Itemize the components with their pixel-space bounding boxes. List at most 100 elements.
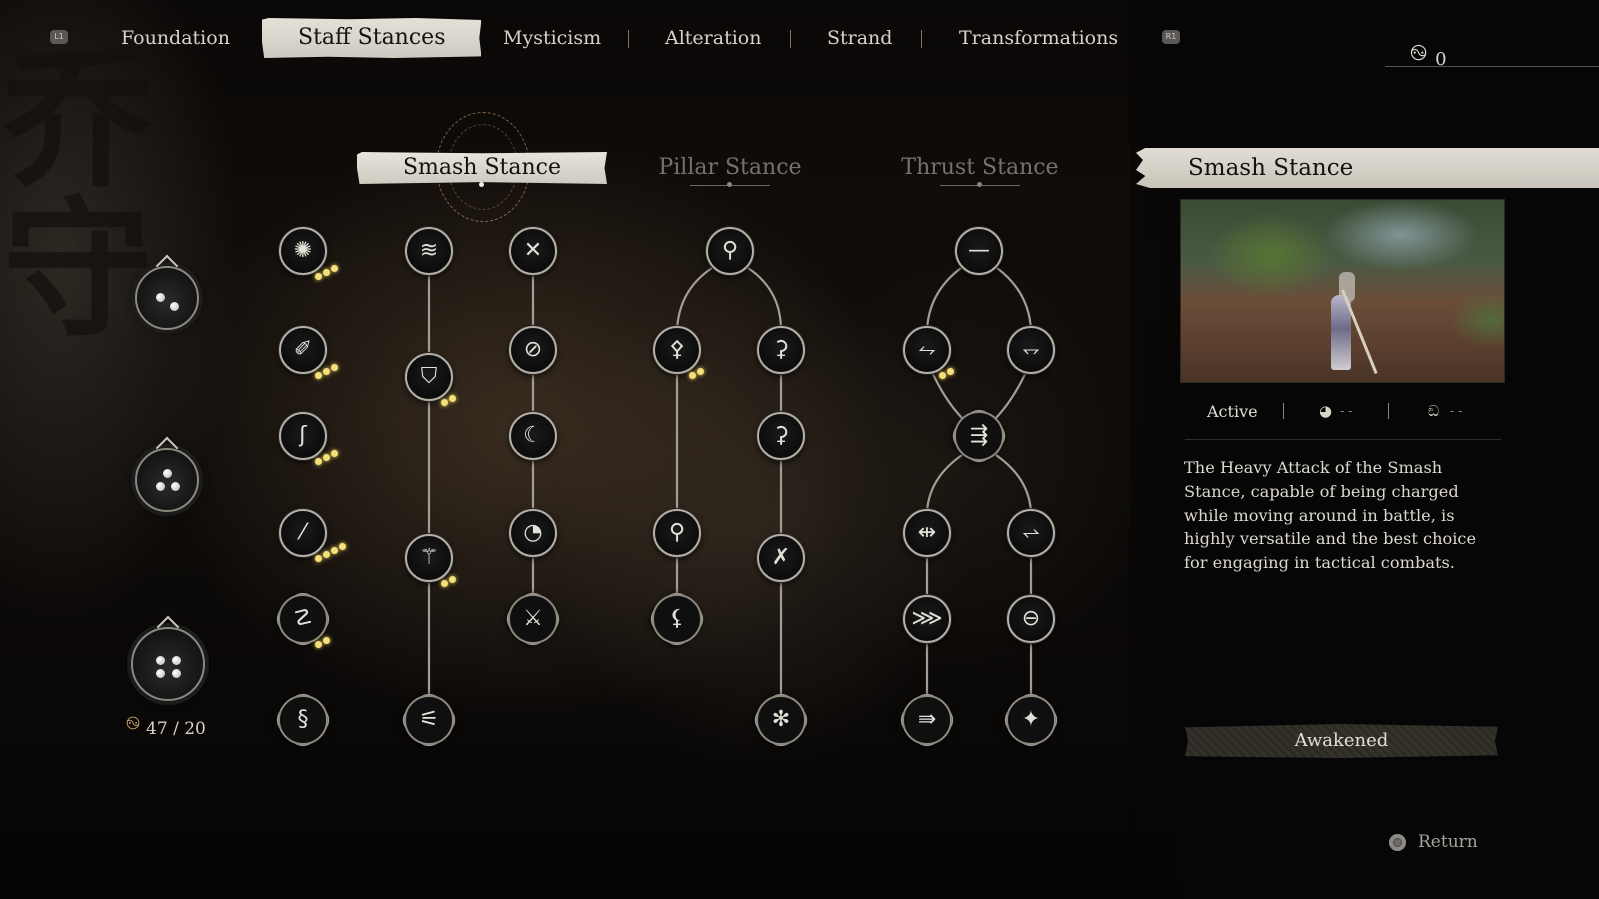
return-button[interactable]: Return — [1389, 832, 1478, 852]
pillar-whirl-icon: ⚳ — [772, 423, 790, 448]
skill-node-smash-passives-6[interactable]: § — [271, 688, 335, 752]
level-pip — [323, 454, 330, 461]
crossed-staves-icon: ✕ — [523, 238, 543, 263]
stance-tab-pillar[interactable]: Pillar Stance — [640, 152, 820, 184]
skill-level-pips — [315, 450, 338, 465]
flame-orb-icon: ✺ — [293, 238, 313, 263]
level-pip — [315, 372, 322, 379]
skill-node-pillar-7[interactable]: ⚸ — [645, 587, 709, 651]
skill-node-smash-right-1[interactable]: ✕ — [509, 227, 557, 275]
skill-node-thrust-3[interactable]: ⥐ — [1007, 326, 1055, 374]
pinwheel-icon: ✻ — [771, 707, 791, 732]
skill-status: Active — [1207, 401, 1258, 421]
category-tabs: L1 Foundation Staff Stances Mysticism Al… — [0, 18, 1599, 70]
level-pip — [331, 364, 338, 371]
level-pip — [315, 458, 322, 465]
skill-node-pillar-4[interactable]: ⚳ — [757, 412, 805, 460]
tier-dot — [156, 482, 165, 491]
thrust-wave-icon: ⥊ — [918, 337, 936, 362]
skill-node-thrust-9[interactable]: ⇛ — [895, 688, 959, 752]
tab-mysticism[interactable]: Mysticism — [503, 18, 601, 58]
tab-strand[interactable]: Strand — [827, 18, 892, 58]
detail-panel-backdrop — [1129, 0, 1599, 899]
skill-node-smash-mid-4[interactable]: ⚟ — [397, 688, 461, 752]
r1-bumper-icon[interactable]: R1 — [1162, 30, 1180, 44]
focus-orb-icon: ◕ — [1319, 402, 1333, 420]
skill-level-pips — [315, 265, 338, 280]
skill-node-thrust-10[interactable]: ✦ — [999, 688, 1063, 752]
level-pip — [697, 368, 704, 375]
skill-node-smash-passives-3[interactable]: ʃ — [279, 412, 327, 460]
skill-node-thrust-2[interactable]: ⥊ — [903, 326, 951, 374]
thrust-fury-icon: ⇛ — [917, 707, 937, 732]
skill-level-pips — [939, 368, 954, 379]
stats-divider — [1185, 439, 1501, 440]
staff-leap-icon: ⚚ — [419, 545, 439, 570]
skill-node-smash-passives-2[interactable]: ✐ — [279, 326, 327, 374]
stance-indicator-dot — [727, 182, 732, 187]
staff-burst-icon: ✐ — [293, 337, 313, 362]
tab-divider — [921, 30, 922, 48]
skill-node-thrust-6[interactable]: ⥋ — [1007, 509, 1055, 557]
stat-divider — [1388, 403, 1389, 419]
tab-transformations[interactable]: Transformations — [959, 18, 1118, 58]
level-pip — [323, 368, 330, 375]
tab-foundation[interactable]: Foundation — [121, 18, 230, 58]
skill-node-thrust-4[interactable]: ⇶ — [947, 404, 1011, 468]
crossed-flame-icon: ⚔ — [523, 606, 543, 631]
tab-staff-stances[interactable]: Staff Stances — [262, 18, 482, 58]
skill-node-smash-right-4[interactable]: ◔ — [509, 509, 557, 557]
tier-badge-1[interactable] — [135, 254, 199, 330]
awakened-button[interactable]: Awakened — [1185, 724, 1498, 758]
level-pip — [449, 576, 456, 583]
skill-node-smash-mid-1[interactable]: ≋ — [405, 227, 453, 275]
skill-node-pillar-5[interactable]: ⚲ — [653, 509, 701, 557]
skill-node-thrust-5[interactable]: ⇹ — [903, 509, 951, 557]
focus-cost-value: - - — [1340, 404, 1353, 418]
spark-swirl-icon: ࿊ — [126, 713, 141, 734]
skill-node-smash-right-2[interactable]: ⊘ — [509, 326, 557, 374]
pillar-top-icon: ⚲ — [721, 238, 739, 263]
skill-node-smash-mid-3[interactable]: ⚚ — [405, 534, 453, 582]
slash-circle-icon: ⊘ — [523, 337, 543, 362]
skill-node-pillar-2[interactable]: ⚴ — [653, 326, 701, 374]
staff-flame-icon: ⚟ — [419, 707, 439, 732]
skill-level-pips — [315, 637, 330, 648]
level-pip — [689, 372, 696, 379]
mana-cost-value: - - — [1450, 404, 1463, 418]
stance-tab-thrust[interactable]: Thrust Stance — [885, 152, 1075, 184]
tier-badge-3[interactable] — [131, 615, 205, 701]
spark-requirement: ࿊ 47 / 20 — [126, 704, 206, 754]
thrust-orbit-icon: ⊖ — [1021, 606, 1041, 631]
skill-node-smash-mid-2[interactable]: ⛉ — [405, 353, 453, 401]
skill-node-pillar-8[interactable]: ✻ — [749, 688, 813, 752]
skill-node-thrust-8[interactable]: ⊖ — [1007, 595, 1055, 643]
level-pip — [323, 551, 330, 558]
spark-swirl-icon: ࿊ — [1410, 41, 1428, 66]
skill-node-pillar-1[interactable]: ⚲ — [706, 227, 754, 275]
skill-node-thrust-7[interactable]: ⋙ — [903, 595, 951, 643]
skill-level-pips — [689, 368, 704, 379]
tab-alteration[interactable]: Alteration — [665, 18, 761, 58]
hook-swing-icon: ʃ — [299, 423, 307, 448]
skill-node-smash-right-3[interactable]: ☾ — [509, 412, 557, 460]
detail-title: Smash Stance — [1136, 148, 1599, 188]
l1-bumper-icon[interactable]: L1 — [50, 30, 68, 44]
thrust-star-icon: ✦ — [1021, 707, 1041, 732]
skill-node-smash-passives-1[interactable]: ✺ — [279, 227, 327, 275]
skill-stats: Active ◕ - - ඞ - - — [1185, 398, 1497, 424]
skill-level-pips — [315, 364, 338, 379]
skill-node-pillar-3[interactable]: ⚳ — [757, 326, 805, 374]
level-pip — [315, 641, 322, 648]
thrust-line-icon: — — [968, 238, 990, 263]
skill-node-pillar-6[interactable]: ✗ — [757, 534, 805, 582]
skill-node-smash-passives-4[interactable]: ⁄ — [279, 509, 327, 557]
thrust-feather-icon: ⋙ — [911, 606, 943, 631]
skill-level-pips — [441, 395, 456, 406]
tier-badge-2[interactable] — [135, 436, 199, 512]
skill-node-smash-right-5[interactable]: ⚔ — [501, 587, 565, 651]
stance-tab-smash[interactable]: Smash Stance — [357, 152, 607, 184]
level-pip — [441, 580, 448, 587]
skill-node-thrust-1[interactable]: — — [955, 227, 1003, 275]
level-pip — [947, 368, 954, 375]
